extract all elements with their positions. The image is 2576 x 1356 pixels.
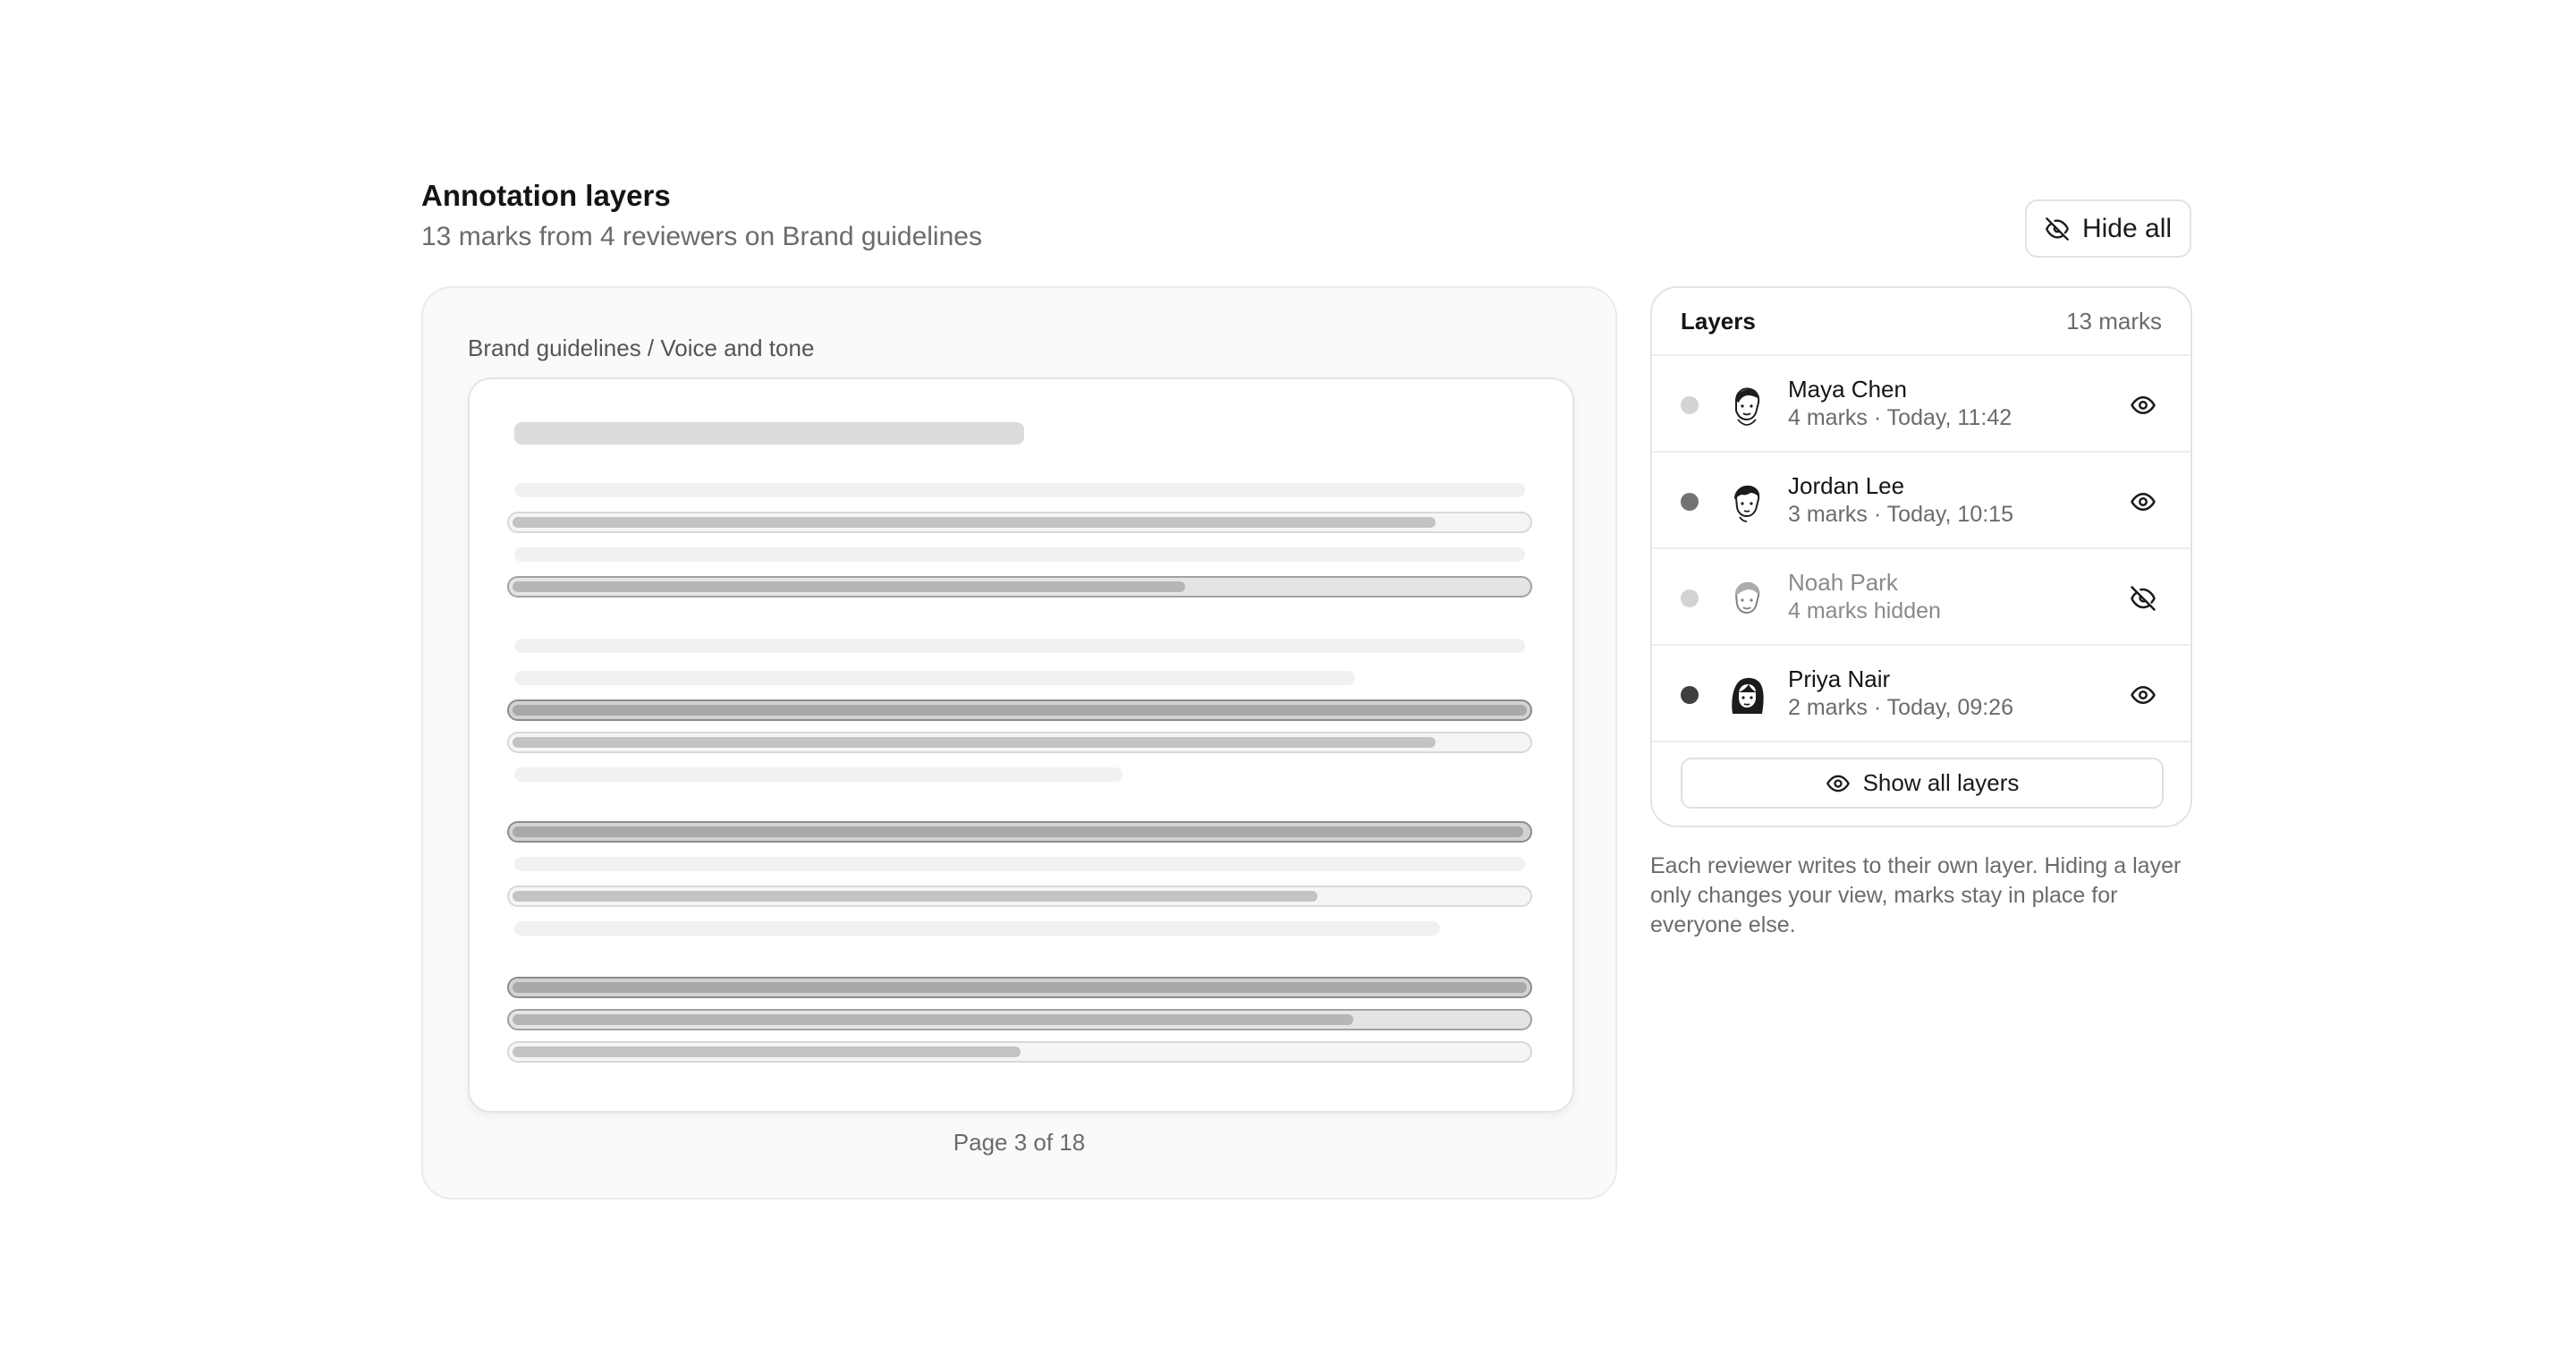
page-title: Annotation layers — [421, 179, 671, 212]
text-line — [514, 483, 1525, 497]
text-line — [514, 639, 1525, 653]
layer-row-priya-nair[interactable]: Priya Nair 2 marks · Today, 09:26 — [1652, 646, 2190, 742]
annotation-mark[interactable] — [507, 512, 1532, 533]
text-line — [514, 921, 1440, 936]
layers-panel: Layers 13 marks Maya Chen 4 marks · Toda… — [1650, 286, 2192, 827]
layer-meta: 3 marks · Today, 10:15 — [1788, 502, 2013, 527]
layer-name: Jordan Lee — [1788, 472, 1905, 499]
text-line — [514, 671, 1355, 685]
layer-name: Priya Nair — [1788, 665, 1891, 692]
show-all-label: Show all layers — [1862, 769, 2020, 796]
annotation-mark[interactable] — [507, 576, 1532, 597]
breadcrumb: Brand guidelines / Voice and tone — [468, 335, 815, 361]
document-page[interactable] — [468, 377, 1574, 1113]
eye-icon[interactable] — [2130, 488, 2157, 515]
avatar — [1732, 677, 1764, 714]
layer-row-maya-chen[interactable]: Maya Chen 4 marks · Today, 11:42 — [1652, 356, 2190, 453]
page-subtitle: 13 marks from 4 reviewers on Brand guide… — [421, 222, 982, 251]
avatar — [1734, 485, 1760, 522]
annotation-mark[interactable] — [507, 732, 1532, 753]
layers-count: 13 marks — [2066, 307, 2162, 335]
eye-icon — [1826, 775, 1850, 792]
page-indicator: Page 3 of 18 — [953, 1129, 1086, 1156]
eye-off-icon[interactable] — [2130, 585, 2157, 612]
layer-meta: 4 marks hidden — [1788, 598, 1941, 623]
annotation-mark[interactable] — [507, 699, 1532, 721]
avatar — [1735, 387, 1760, 426]
hide-all-button[interactable]: Hide all — [2025, 199, 2191, 258]
layers-title: Layers — [1681, 307, 1756, 335]
show-all-layers-button[interactable]: Show all layers — [1681, 758, 2164, 809]
page-heading-placeholder — [514, 422, 1024, 445]
eye-icon[interactable] — [2130, 392, 2157, 419]
layer-color-dot — [1681, 396, 1699, 414]
hide-all-label: Hide all — [2081, 213, 2173, 243]
text-line — [514, 857, 1525, 871]
layer-meta: 2 marks · Today, 09:26 — [1788, 695, 2013, 720]
annotation-mark[interactable] — [507, 1009, 1532, 1030]
layer-meta: 4 marks · Today, 11:42 — [1788, 405, 2012, 430]
annotation-mark[interactable] — [507, 886, 1532, 907]
layer-row-jordan-lee[interactable]: Jordan Lee 3 marks · Today, 10:15 — [1652, 453, 2190, 549]
eye-icon[interactable] — [2130, 682, 2157, 708]
text-line — [514, 547, 1525, 562]
annotation-mark[interactable] — [507, 1041, 1532, 1063]
layers-header: Layers 13 marks — [1652, 288, 2190, 356]
layer-color-dot — [1681, 589, 1699, 607]
layer-name: Noah Park — [1788, 569, 1898, 596]
layer-name: Maya Chen — [1788, 376, 1907, 403]
document-viewer: Brand guidelines / Voice and tone Page 3… — [421, 286, 1617, 1199]
eye-off-icon — [2046, 216, 2069, 241]
annotation-mark[interactable] — [507, 977, 1532, 998]
avatar — [1734, 581, 1760, 614]
layer-row-noah-park[interactable]: Noah Park 4 marks hidden — [1652, 549, 2190, 646]
help-text: Each reviewer writes to their own layer.… — [1650, 853, 2182, 937]
annotation-mark[interactable] — [507, 821, 1532, 843]
layer-color-dot — [1681, 686, 1699, 704]
layer-color-dot — [1681, 493, 1699, 511]
text-line — [514, 767, 1123, 782]
